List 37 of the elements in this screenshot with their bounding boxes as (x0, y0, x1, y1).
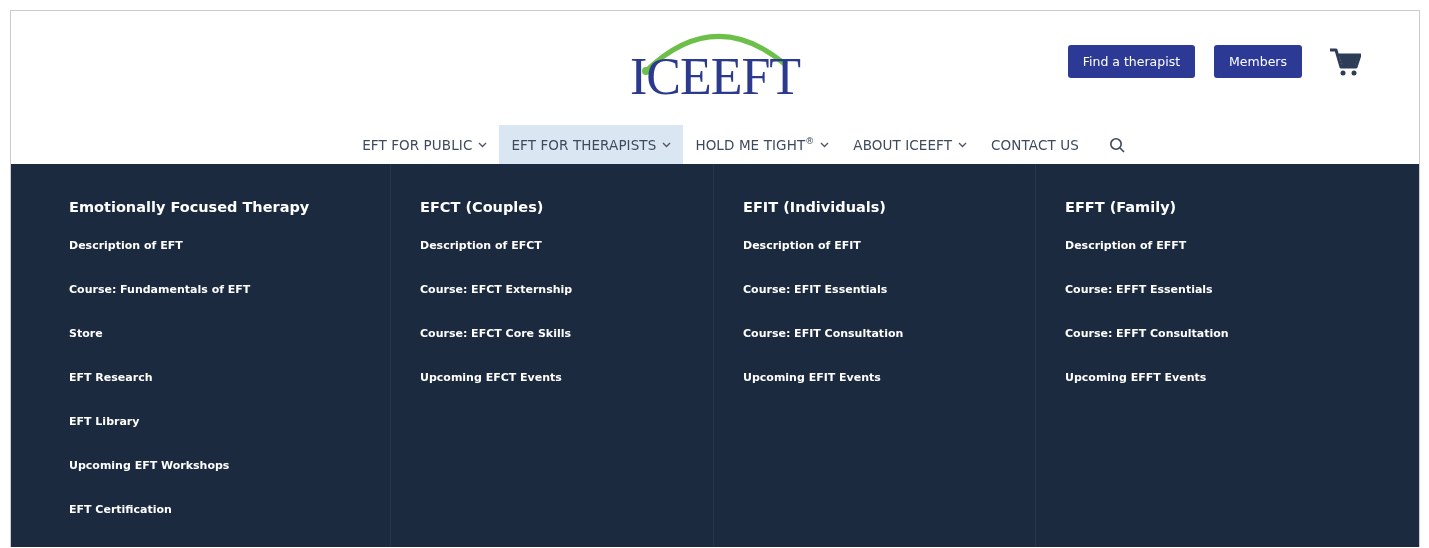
menu-link[interactable]: Course: EFIT Essentials (743, 283, 888, 327)
menu-link[interactable]: Description of EFT (69, 239, 183, 283)
menu-link[interactable]: Upcoming EFFT Events (1065, 371, 1207, 415)
nav-item[interactable]: ABOUT ICEEFT (841, 125, 980, 164)
menu-link[interactable]: Course: EFFT Essentials (1065, 283, 1213, 327)
column-heading: Emotionally Focused Therapy (69, 199, 310, 215)
chevron-icon (478, 141, 488, 148)
menu-link[interactable]: Upcoming EFIT Events (743, 371, 881, 415)
nav-item[interactable]: EFT FOR PUBLIC (350, 125, 500, 164)
menu-link[interactable]: EFT Certification (69, 503, 172, 547)
menu-link[interactable]: Upcoming EFT Workshops (69, 459, 230, 503)
site-logo[interactable]: ICEEFT (629, 55, 801, 99)
menu-link[interactable]: Course: EFIT Consultation (743, 327, 904, 371)
menu-link[interactable]: Course: EFCT Core Skills (420, 327, 571, 371)
header-button[interactable]: Find a therapist (1067, 45, 1196, 78)
cart-icon[interactable] (1329, 46, 1361, 77)
menu-link[interactable]: Description of EFCT (420, 239, 542, 283)
menu-link[interactable]: Course: EFFT Consultation (1065, 327, 1229, 371)
menu-link[interactable]: Course: Fundamentals of EFT (69, 283, 251, 327)
menu-link[interactable]: EFT Research (69, 371, 153, 415)
nav-item[interactable]: HOLD ME TIGHT$^{®}$ (683, 125, 842, 164)
menu-link[interactable]: Store (69, 327, 103, 371)
column-heading: EFIT (Individuals) (743, 199, 886, 215)
search-icon[interactable] (1108, 136, 1125, 153)
nav-item[interactable]: EFT FOR THERAPISTS (499, 125, 684, 164)
chevron-icon (820, 141, 830, 148)
column-heading: EFFT (Family) (1065, 199, 1177, 215)
menu-link[interactable]: Upcoming EFCT Events (420, 371, 562, 415)
header-button[interactable]: Members (1214, 45, 1302, 78)
column-heading: EFCT (Couples) (420, 199, 544, 215)
chevron-icon (662, 141, 672, 148)
menu-link[interactable]: Course: EFCT Externship (420, 283, 573, 327)
menu-link[interactable]: EFT Library (69, 415, 140, 459)
menu-link[interactable]: Description of EFIT (743, 239, 861, 283)
menu-link[interactable]: Description of EFFT (1065, 239, 1187, 283)
nav-item[interactable]: CONTACT US (979, 125, 1091, 164)
chevron-icon (958, 141, 968, 148)
